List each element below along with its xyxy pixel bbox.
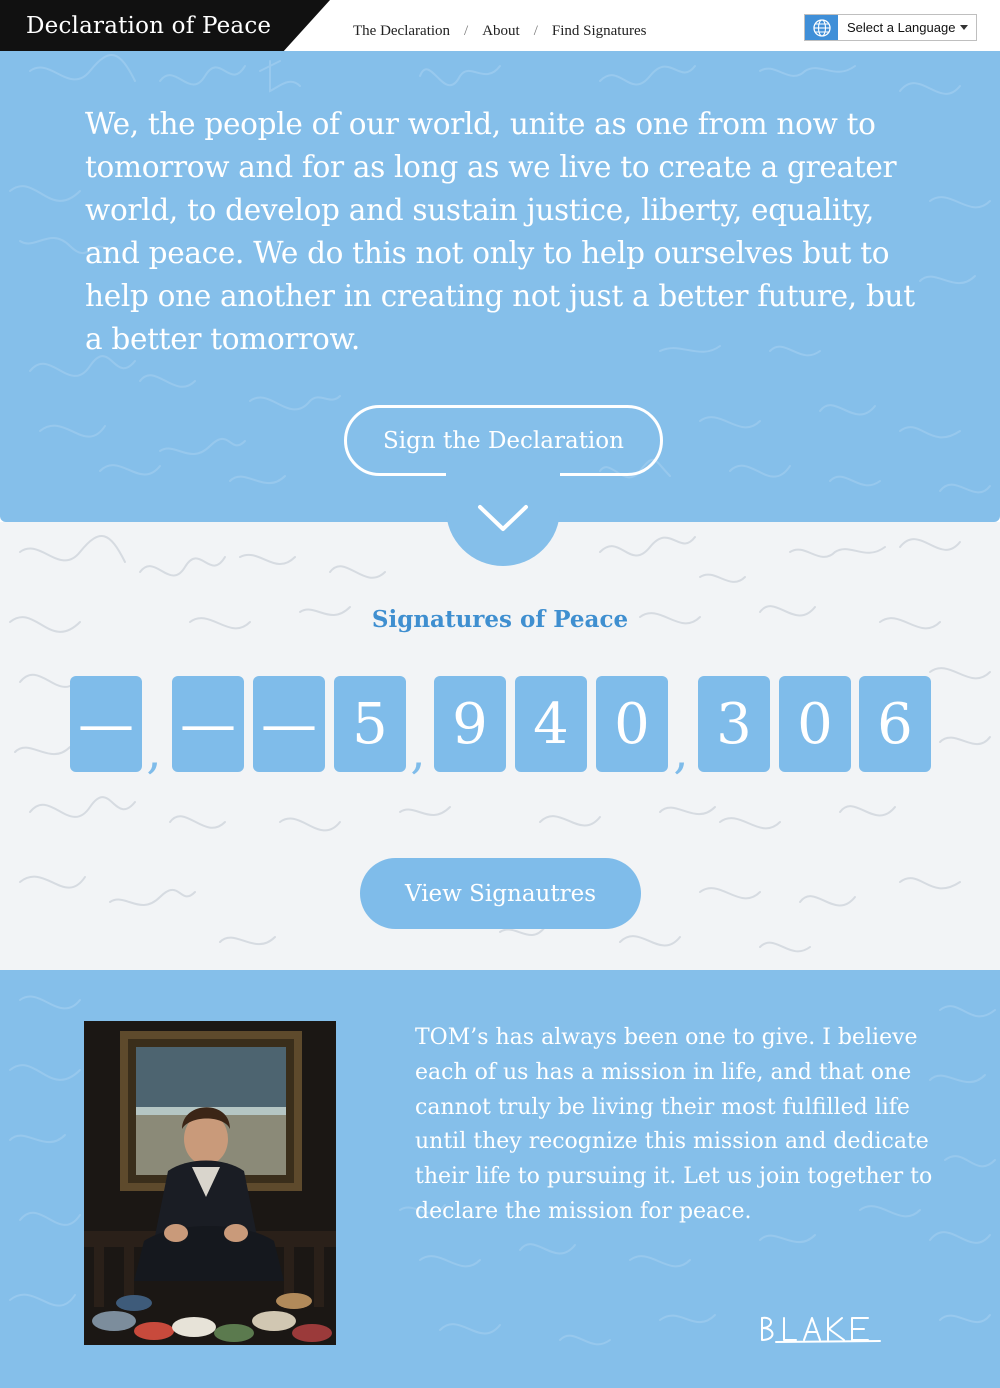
signature-counter: — , — — 5 , 9 4 0 , 3 0 6	[0, 676, 1000, 780]
declaration-hero: We, the people of our world, unite as on…	[0, 51, 1000, 522]
declaration-text: We, the people of our world, unite as on…	[85, 107, 915, 356]
top-bar: Declaration of Peace The Declaration / A…	[0, 0, 1000, 51]
dropdown-caret-icon	[960, 25, 968, 30]
nav-link-find-signatures[interactable]: Find Signatures	[552, 23, 647, 40]
sign-declaration-button[interactable]: Sign the Declaration	[344, 405, 663, 476]
globe-icon	[805, 15, 838, 40]
counter-digit: —	[172, 676, 244, 772]
language-select-value: Select a Language	[847, 20, 956, 35]
main-nav: The Declaration / About / Find Signature…	[353, 21, 646, 41]
nav-separator: /	[533, 22, 538, 39]
nav-link-about[interactable]: About	[482, 23, 520, 40]
counter-digit: 6	[859, 676, 931, 772]
counter-comma: ,	[673, 724, 689, 780]
counter-digit: —	[253, 676, 325, 772]
chevron-down-icon	[478, 505, 528, 531]
counter-digit: 4	[515, 676, 587, 772]
signatures-title: Signatures of Peace	[371, 606, 629, 633]
nav-link-declaration[interactable]: The Declaration	[353, 23, 450, 40]
counter-digit: 3	[698, 676, 770, 772]
view-signatures-button[interactable]: View Signautres	[360, 858, 641, 929]
counter-digit: 5	[334, 676, 406, 772]
counter-digit: 0	[596, 676, 668, 772]
counter-comma: ,	[146, 724, 162, 780]
site-title: Declaration of Peace	[26, 12, 272, 39]
founder-quote: TOM’s has always been one to give. I bel…	[415, 1025, 933, 1224]
counter-digit: —	[70, 676, 142, 772]
nav-separator: /	[464, 22, 469, 39]
counter-digit: 9	[434, 676, 506, 772]
language-select[interactable]: Select a Language	[804, 14, 977, 41]
founder-signature	[756, 1310, 886, 1344]
site-logo[interactable]: Declaration of Peace	[0, 0, 330, 51]
founder-photo	[84, 1021, 336, 1345]
counter-digit: 0	[779, 676, 851, 772]
counter-comma: ,	[410, 724, 426, 780]
